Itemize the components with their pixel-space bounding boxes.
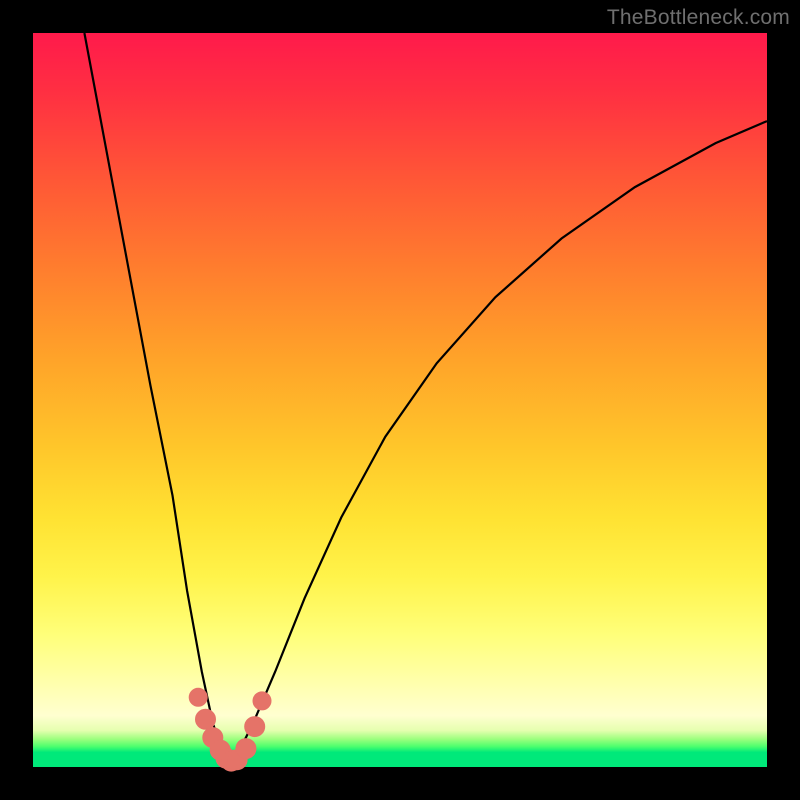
chart-svg	[33, 33, 767, 767]
curve-marker	[236, 739, 256, 759]
plot-area	[33, 33, 767, 767]
outer-frame: TheBottleneck.com	[0, 0, 800, 800]
watermark-text: TheBottleneck.com	[607, 6, 790, 30]
bottleneck-curve-line	[84, 33, 767, 763]
curve-marker	[189, 688, 207, 706]
curve-marker	[253, 692, 271, 710]
curve-marker	[196, 709, 216, 729]
bottleneck-markers-group	[189, 688, 271, 771]
curve-marker	[245, 717, 265, 737]
